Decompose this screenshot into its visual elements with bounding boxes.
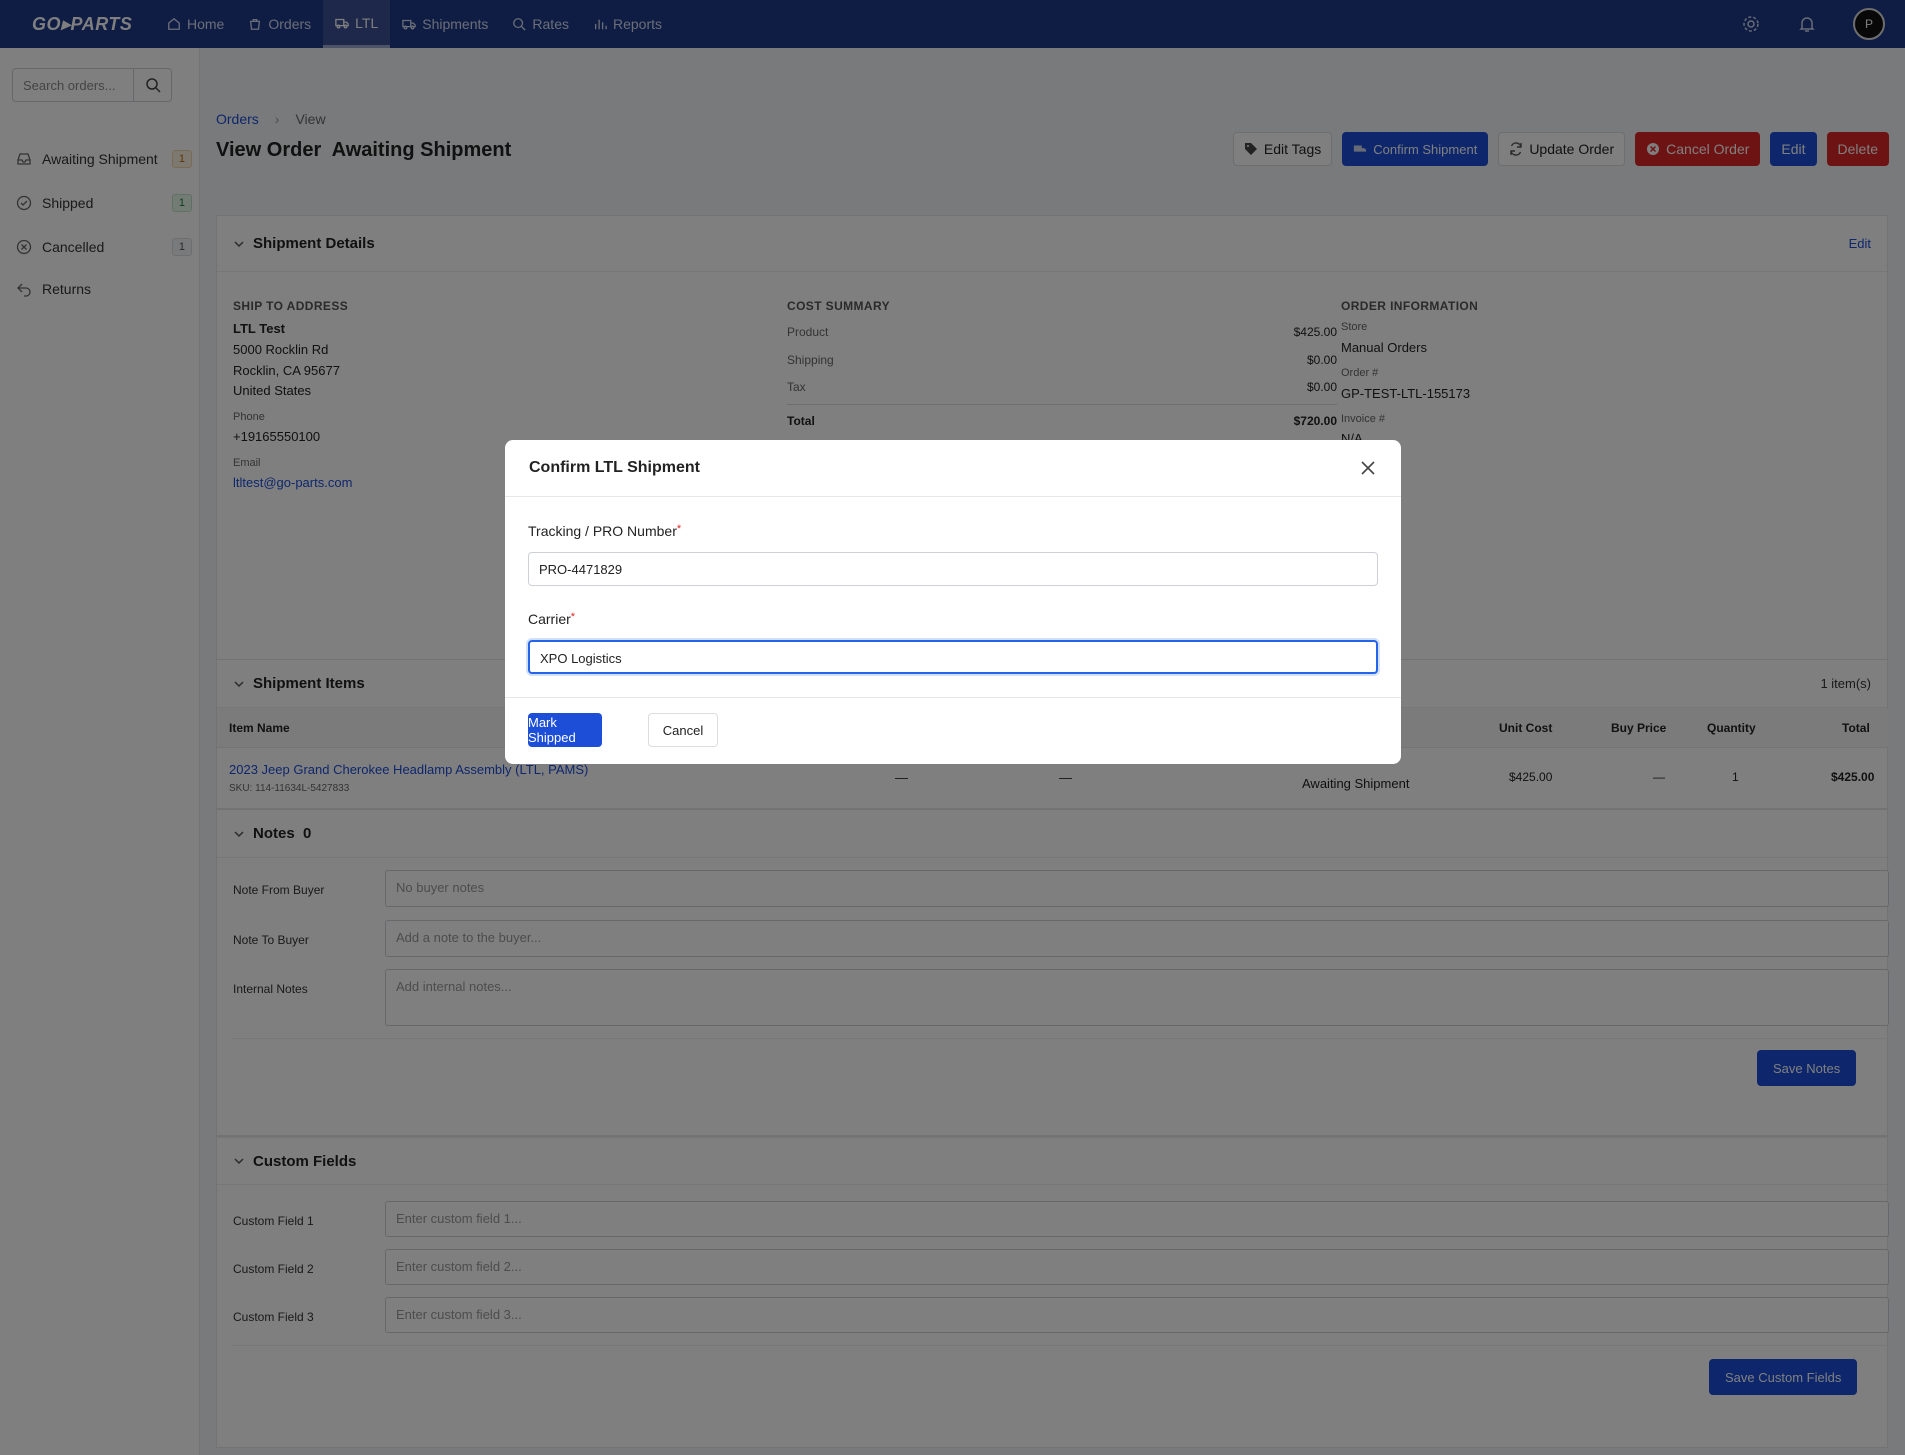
dialog-footer [505, 697, 1401, 764]
confirm-ltl-shipment-dialog: Confirm LTL Shipment Tracking / PRO Numb… [505, 440, 1401, 764]
carrier-input[interactable]: XPO Logistics [528, 640, 1378, 674]
required-marker: * [676, 523, 682, 535]
carrier-label-text: Carrier [528, 611, 571, 627]
dialog-title: Confirm LTL Shipment [529, 459, 700, 476]
tracking-label-text: Tracking / PRO Number [528, 523, 677, 539]
tracking-input[interactable]: PRO-4471829 [528, 552, 1378, 586]
tracking-label: Tracking / PRO Number* [528, 523, 681, 539]
mark-shipped-button[interactable]: Mark Shipped [528, 713, 602, 747]
carrier-label: Carrier* [528, 611, 575, 627]
close-icon[interactable] [1359, 459, 1377, 477]
dialog-header: Confirm LTL Shipment [505, 440, 1401, 497]
required-marker: * [570, 611, 576, 623]
cancel-button[interactable]: Cancel [648, 713, 718, 747]
